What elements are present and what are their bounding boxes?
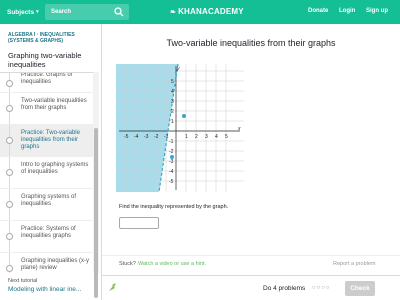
exercise-node-icon [6,137,13,144]
x-tick-label: -3 [144,134,149,140]
sidebar-item-practice-systems-graphs[interactable]: Practice: Systems of inequalities graphs [0,221,93,253]
tutorial-title: Graphing two-variable inequalities [8,51,82,69]
subjects-label[interactable]: Subjects [7,9,34,16]
y-tick-label: 2 [171,109,174,115]
sidebar-item-practice-graphs-of-inequalities[interactable]: Practice: Graphs of inequalities [0,73,93,93]
next-tutorial-link[interactable]: Modeling with linear ine... [8,286,93,293]
progress-text: Do 4 problems [263,285,306,292]
logo-text: KHANACADEMY [178,7,244,16]
stuck-label: Stuck? [119,261,136,267]
energy-points-icon[interactable] [107,281,119,293]
y-tick-label: 4 [171,89,174,95]
y-tick-label: -5 [169,179,174,185]
search-input[interactable]: Search [45,4,129,20]
hint-link[interactable]: Watch a video or use a hint. [138,261,206,267]
x-tick-label: -1 [164,134,169,140]
subjects-menu[interactable]: Subjects ▾ [7,9,39,16]
x-tick-label: -2 [154,134,159,140]
y-tick-label: -2 [169,149,174,155]
x-tick-label: 4 [215,134,218,140]
check-button[interactable]: Check [345,281,375,296]
sidebar-item-graphing-systems[interactable]: Graphing systems of inequalities [0,189,93,221]
y-axis-label: y [176,66,180,72]
x-axis-label: x [237,126,241,132]
sidebar-item-practice-two-variable-inequalities[interactable]: Practice: Two-variable inequalities from… [0,125,93,157]
x-tick-label: 2 [195,134,198,140]
y-tick-label: 5 [171,79,174,85]
donate-link[interactable]: Donate [308,8,328,14]
sidebar-item-label: Two-variable inequalities from their gra… [21,98,87,111]
tutorial-item-list: Practice: Graphs of inequalities Two-var… [0,72,93,273]
next-tutorial-label: Next tutorial [8,278,38,284]
x-tick-label: 5 [225,134,228,140]
sidebar-item-graphing-inequalities-review[interactable]: Graphing inequalities (x-y plane) review [0,253,93,273]
y-tick-label: -4 [169,169,174,175]
sidebar-item-label: Graphing inequalities (x-y plane) review [21,258,90,271]
progress-node-icon [6,80,13,87]
sidebar-scrollbar-thumb[interactable] [94,128,98,298]
x-tick-label: 1 [185,134,188,140]
sidebar-item-intro-graphing-systems[interactable]: Intro to graphing systems of inequalitie… [0,157,93,189]
y-tick-label: 3 [171,99,174,105]
progress-dots: ○○○○ [312,285,331,291]
sidebar-item-label: Practice: Graphs of inequalities [21,72,73,85]
khan-academy-logo[interactable]: ❧ KHANACADEMY [170,7,244,16]
article-node-icon [6,265,13,272]
y-tick-label: -3 [169,159,174,165]
y-tick-label: -1 [169,139,174,145]
report-problem-link[interactable]: Report a problem [333,261,376,267]
exercise-node-icon [6,233,13,240]
x-tick-label: 3 [205,134,208,140]
leaf-logo-icon: ❧ [170,8,177,16]
chevron-down-icon: ▾ [36,9,39,15]
boundary-point[interactable] [182,114,186,118]
play-node-icon [6,105,13,112]
sidebar-item-label: Practice: Systems of inequalities graphs [21,226,76,239]
exercise-prompt: Find the inequality represented by the g… [119,204,229,210]
breadcrumb[interactable]: ALGEBRA I · INEQUALITIES (SYSTEMS & GRAP… [8,32,98,44]
play-node-icon [6,201,13,208]
sidebar-item-label: Practice: Two-variable inequalities from… [21,130,80,150]
sidebar-item-video-two-variable-inequalities[interactable]: Two-variable inequalities from their gra… [0,93,93,125]
top-nav-bar: Subjects ▾ Search ❧ KHANACADEMY Donate L… [0,0,400,24]
search-placeholder[interactable]: Search [51,9,71,15]
exercise-title: Two-variable inequalities from their gra… [166,38,336,48]
inequality-graph: -5 -4 -3 -2 -1 1 2 3 4 5 5 4 3 2 1 -1 -2… [116,64,244,192]
search-icon[interactable] [114,7,124,17]
y-tick-label: 1 [171,119,174,125]
x-tick-label: -5 [124,134,129,140]
x-tick-label: -4 [134,134,139,140]
play-node-icon [6,169,13,176]
answer-input[interactable] [119,217,159,229]
sidebar-item-label: Graphing systems of inequalities [21,194,77,207]
breadcrumb-line-2[interactable]: (SYSTEMS & GRAPHS) [8,38,98,44]
login-link[interactable]: Login [339,8,355,14]
sidebar-item-label: Intro to graphing systems of inequalitie… [21,162,89,175]
signup-link[interactable]: Sign up [366,8,388,14]
